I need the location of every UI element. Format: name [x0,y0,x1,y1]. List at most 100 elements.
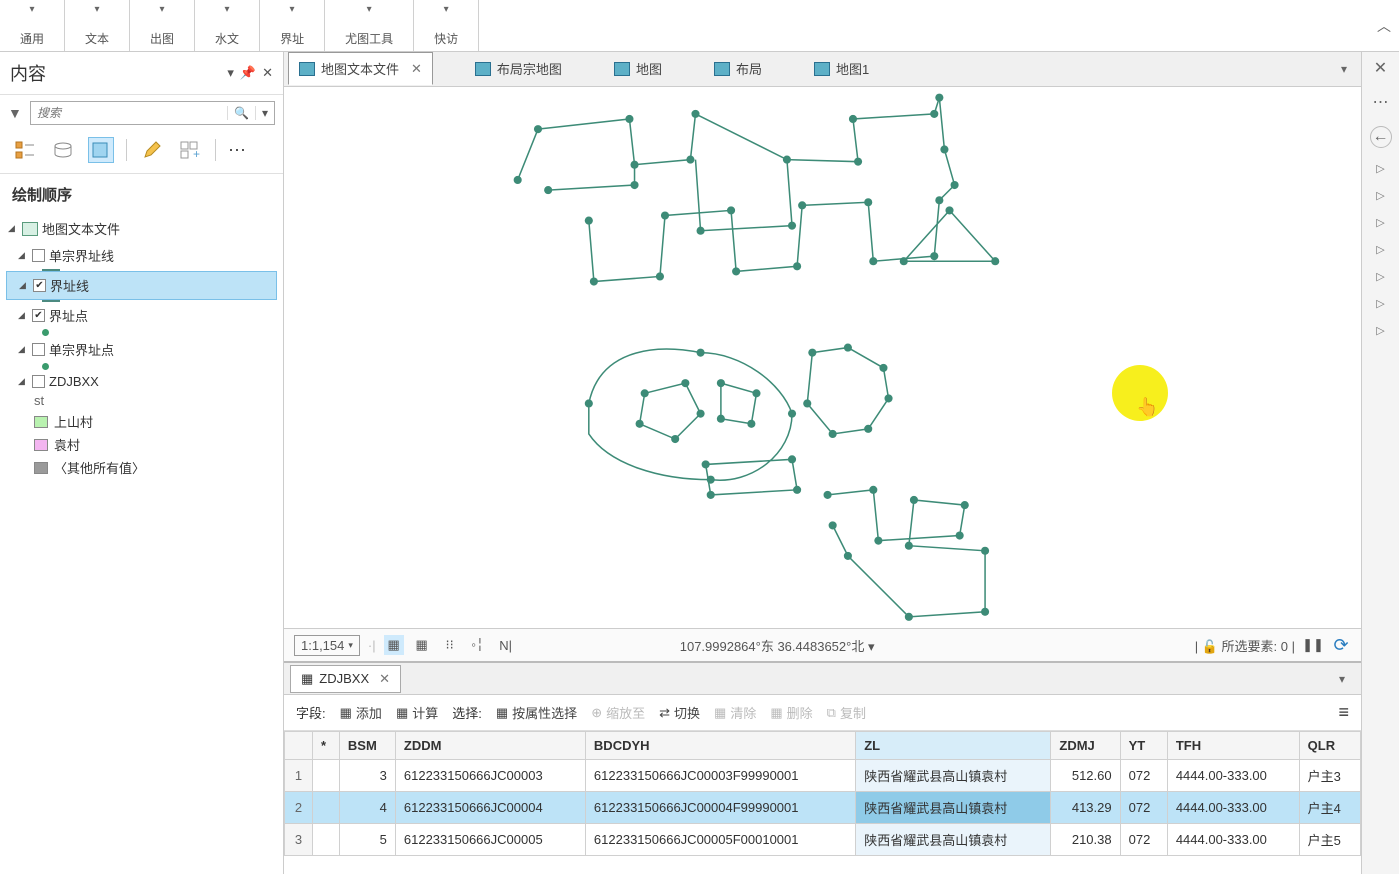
list-by-source-icon[interactable] [50,137,76,163]
col-rownum[interactable] [285,732,313,760]
list-by-selection-icon[interactable] [88,137,114,163]
layer-jiezhi-line[interactable]: ◢ 界址线 [6,271,277,300]
table-tabs-dropdown-icon[interactable]: ▾ [1329,672,1355,686]
col-qlr[interactable]: QLR [1299,732,1360,760]
more-icon[interactable]: ⋯ [228,140,248,161]
col-bdcdyh[interactable]: BDCDYH [585,732,855,760]
constraints-icon[interactable]: ◦╎ [468,635,488,655]
ribbon-group-quick[interactable]: ▾快访 [414,0,479,51]
expand-icon[interactable]: ▷ [1376,324,1384,337]
ribbon-group-general[interactable]: ▾通用 [0,0,65,51]
panel-close-icon[interactable]: ✕ [262,65,273,81]
calculate-button[interactable]: ▦ 计算 [396,703,438,722]
separator [126,139,127,161]
ribbon-group-hydro[interactable]: ▾水文 [195,0,260,51]
drawing-order-label: 绘制顺序 [0,174,283,211]
search-input[interactable]: 🔍 ▾ [30,101,275,125]
expand-icon[interactable]: ▷ [1376,297,1384,310]
zoom-to-button[interactable]: ⊕ 缩放至 [591,703,645,722]
legend-class: 上山村 [6,412,277,431]
delete-button[interactable]: ▦ 删除 [770,703,812,722]
edit-icon[interactable] [139,137,165,163]
close-icon[interactable]: ✕ [379,671,390,687]
col-tfh[interactable]: TFH [1167,732,1299,760]
col-star[interactable]: * [313,732,340,760]
selected-features: | 🔓 所选要素: 0 | [1195,636,1295,655]
search-dropdown-icon[interactable]: ▾ [255,106,274,120]
col-zdmj[interactable]: ZDMJ [1051,732,1120,760]
content-area: 地图文本文件✕ 布局宗地图 地图 布局 地图1 ▾ [284,52,1361,874]
layer-zdjbxx[interactable]: ◢ ZDJBXX [6,370,277,393]
panel-dropdown-icon[interactable]: ▾ [227,65,234,81]
col-bsm[interactable]: BSM [339,732,395,760]
tab-map-text[interactable]: 地图文本文件✕ [288,52,433,85]
ribbon-group-text[interactable]: ▾文本 [65,0,130,51]
table-grid[interactable]: * BSM ZDDM BDCDYH ZL ZDMJ YT TFH QLR 136… [284,731,1361,874]
table-row[interactable]: 13612233150666JC00003612233150666JC00003… [285,760,1361,792]
expand-icon[interactable]: ▷ [1376,243,1384,256]
expand-icon[interactable]: ▷ [1376,189,1384,202]
col-yt[interactable]: YT [1120,732,1167,760]
scale-input[interactable]: 1:1,154▾ [294,635,360,656]
map-canvas[interactable]: 👆 [284,87,1361,629]
table-icon: ▦ [301,671,313,687]
map-svg [284,87,1361,629]
table-menu-icon[interactable]: ≡ [1338,702,1349,723]
select-by-attr-button[interactable]: ▦ 按属性选择 [496,703,577,722]
checkbox[interactable] [33,279,46,292]
layer-jiezhi-point[interactable]: ◢ 界址点 [6,302,277,329]
layer-danzong-point[interactable]: ◢ 单宗界址点 [6,336,277,363]
grid-icon[interactable]: ▦ [412,635,432,655]
search-icon[interactable]: 🔍 [227,106,255,120]
table-row[interactable]: 24612233150666JC00004612233150666JC00004… [285,792,1361,824]
expand-icon[interactable]: ▷ [1376,216,1384,229]
close-icon[interactable]: ✕ [411,61,422,77]
map-frame[interactable]: ◢ 地图文本文件 [6,215,277,242]
tab-map[interactable]: 地图 [604,53,672,84]
checkbox[interactable] [32,249,45,262]
contents-title: 内容 [10,60,221,86]
ribbon-group-parcel[interactable]: ▾界址 [260,0,325,51]
list-by-drawing-icon[interactable] [12,137,38,163]
coords-dropdown-icon[interactable]: ▾ [868,639,875,654]
map-icon [22,222,38,236]
cursor-icon: 👆 [1136,397,1158,418]
copy-button[interactable]: ⧉ 复制 [827,703,866,722]
tab-layout[interactable]: 布局 [704,53,772,84]
pause-drawing-icon[interactable]: ❚❚ [1303,635,1323,655]
back-icon[interactable]: ← [1370,126,1392,148]
checkbox[interactable] [32,375,45,388]
col-zl[interactable]: ZL [856,732,1051,760]
catalog-icon[interactable]: ⋯ [1373,92,1389,112]
table-tab-zdjbxx[interactable]: ▦ ZDJBXX ✕ [290,665,401,693]
corrections-icon[interactable]: N| [496,635,516,655]
filter-icon[interactable]: ▼ [8,105,24,121]
snap-icon[interactable]: + [177,137,203,163]
panel-pin-icon[interactable]: 📌 [240,65,256,81]
tab-map1[interactable]: 地图1 [804,53,879,84]
expand-icon[interactable]: ▷ [1376,270,1384,283]
tabs-dropdown-icon[interactable]: ▾ [1331,62,1357,76]
explore-icon[interactable]: ▦ [384,635,404,655]
table-row[interactable]: 35612233150666JC00005612233150666JC00005… [285,824,1361,856]
expand-icon[interactable]: ▷ [1376,162,1384,175]
checkbox[interactable] [32,309,45,322]
ribbon-collapse-icon[interactable]: ︿ [1369,0,1399,51]
fields-label: 字段: [296,703,326,722]
layout-tab-icon [475,62,491,76]
select-label: 选择: [452,703,482,722]
layer-danzong-line[interactable]: ◢ 单宗界址线 [6,242,277,269]
col-zddm[interactable]: ZDDM [395,732,585,760]
checkbox[interactable] [32,343,45,356]
tab-layout-parcel[interactable]: 布局宗地图 [465,53,572,84]
clear-button[interactable]: ▦ 清除 [714,703,756,722]
refresh-icon[interactable]: ⟳ [1331,635,1351,655]
layout-tab-icon [714,62,730,76]
view-tabs: 地图文本文件✕ 布局宗地图 地图 布局 地图1 ▾ [284,52,1361,87]
ribbon-group-export[interactable]: ▾出图 [130,0,195,51]
snap-settings-icon[interactable]: ⁝⁝ [440,635,460,655]
add-field-button[interactable]: ▦ 添加 [340,703,382,722]
ribbon-group-youtu[interactable]: ▾尤图工具 [325,0,414,51]
switch-button[interactable]: ⇄ 切换 [659,703,700,722]
close-view-icon[interactable]: ✕ [1374,58,1387,78]
